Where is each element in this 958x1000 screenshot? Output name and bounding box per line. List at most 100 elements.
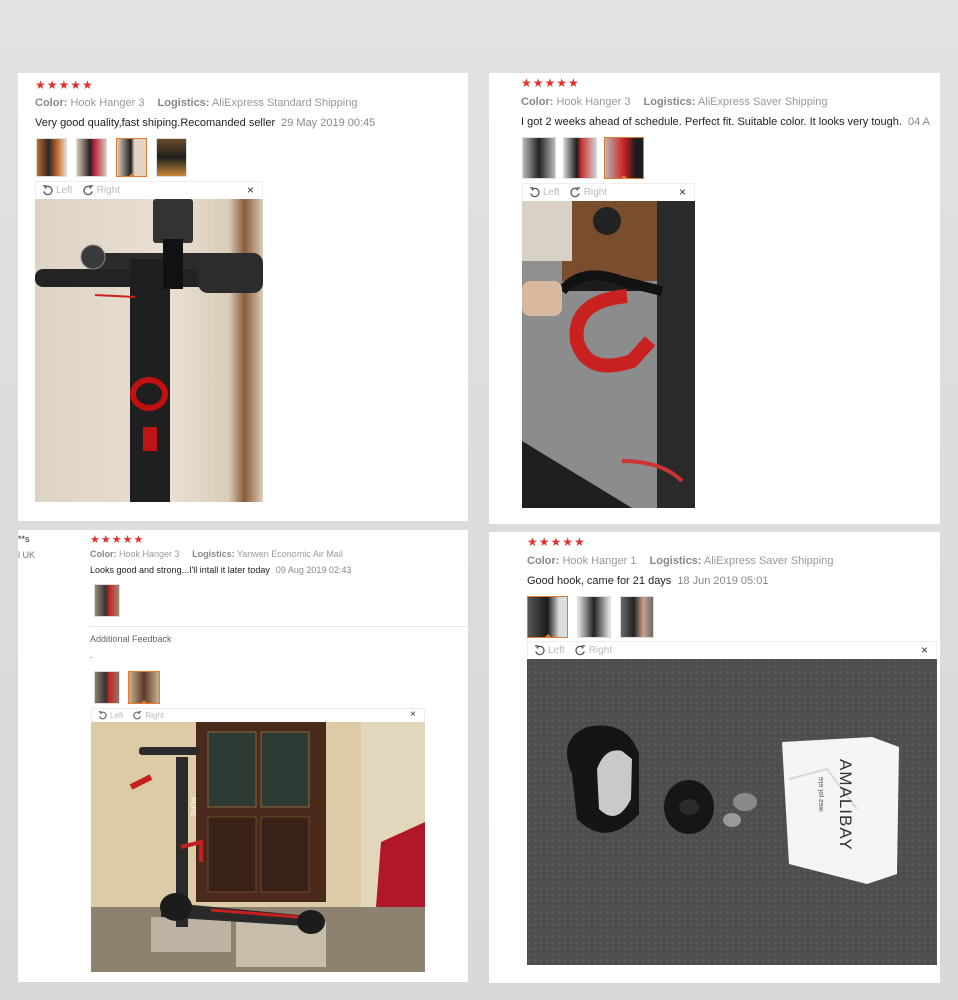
viewer-close-button[interactable]: ×: [247, 183, 254, 197]
logistics-value: AliExpress Saver Shipping: [703, 555, 834, 567]
review-date: 18 Jun 2019 05:01: [677, 575, 769, 587]
review-photo: PURE: [91, 722, 425, 972]
package-sub-text: ɘɿɘ ɿoʇ ƨɘʍ: [817, 777, 824, 813]
review-thumbnail[interactable]: [36, 138, 67, 177]
user-country-partial: l UK: [18, 550, 36, 560]
rotate-right-icon: [133, 711, 142, 720]
viewer-close-button[interactable]: ×: [921, 643, 928, 657]
color-value: Hook Hanger 3: [70, 97, 145, 109]
logistics-label: Logistics:: [643, 96, 696, 108]
thumbnail-strip: [94, 584, 120, 617]
image-viewer: Left Right ×: [522, 183, 695, 508]
color-value: Hook Hanger 3: [119, 549, 180, 559]
viewer-toolbar: Left Right ×: [35, 181, 263, 198]
rotate-left-label: Left: [56, 184, 73, 196]
user-name-partial: **s: [18, 534, 30, 544]
review-thumbnail-selected[interactable]: [527, 596, 568, 638]
rotate-left-button[interactable]: Left: [42, 185, 73, 196]
color-value: Hook Hanger 1: [562, 555, 637, 567]
logistics-label: Logistics:: [192, 549, 235, 559]
review-thumbnail[interactable]: [522, 137, 556, 179]
review-thumbnail[interactable]: [94, 671, 120, 704]
color-label: Color:: [90, 549, 117, 559]
review-date: 09 Aug 2019 02:43: [275, 565, 352, 575]
viewer-toolbar: Left Right ×: [91, 708, 425, 722]
package-brand-text: AMALIBAY: [836, 759, 855, 851]
rotate-right-icon: [575, 644, 585, 655]
review-text-row: I got 2 weeks ahead of schedule. Perfect…: [521, 116, 930, 128]
review-meta: Color: Hook Hanger 3 Logistics: AliExpre…: [35, 97, 357, 109]
review-photo: AMALIBAY ɘɿɘ ɿoʇ ƨɘʍ: [527, 659, 937, 965]
rotate-left-icon: [98, 711, 107, 720]
rating-stars: ★★★★★: [527, 535, 586, 549]
review-thumbnail[interactable]: [577, 596, 611, 638]
viewer-close-button[interactable]: ×: [679, 185, 686, 199]
rotate-right-button[interactable]: Right: [133, 711, 164, 720]
additional-feedback-title: Additional Feedback: [90, 634, 172, 644]
review-text-row: Good hook, came for 21 days 18 Jun 2019 0…: [527, 575, 768, 587]
review-thumbnail[interactable]: [620, 596, 654, 638]
review-text: Looks good and strong...I'll intall it l…: [90, 565, 270, 575]
review-thumbnail-selected[interactable]: [128, 671, 160, 704]
review-text-row: Very good quality,fast shiping.Recomande…: [35, 117, 375, 129]
review-date: 04 A: [907, 116, 930, 128]
review-text-row: Looks good and strong...I'll intall it l…: [90, 565, 351, 575]
rotate-left-button[interactable]: Left: [98, 711, 123, 720]
review-photo: [522, 201, 695, 508]
rotate-right-label: Right: [145, 711, 165, 720]
color-label: Color:: [35, 97, 68, 109]
rotate-right-button[interactable]: Right: [575, 645, 612, 656]
rotate-right-label: Right: [588, 644, 613, 656]
rotate-left-button[interactable]: Left: [529, 187, 560, 198]
rotate-left-icon: [534, 644, 545, 655]
review-thumbnail-selected[interactable]: [604, 137, 644, 179]
review-thumbnail[interactable]: [94, 584, 120, 617]
feedback-thumbnail-strip: [94, 671, 160, 704]
logistics-value: AliExpress Standard Shipping: [211, 97, 358, 109]
review-meta: Color: Hook Hanger 3 Logistics: AliExpre…: [521, 96, 828, 108]
review-card-3: **s l UK ★★★★★ Color: Hook Hanger 3 Logi…: [18, 530, 468, 982]
viewer-toolbar: Left Right ×: [527, 641, 937, 658]
logistics-value: AliExpress Saver Shipping: [697, 96, 828, 108]
review-thumbnail[interactable]: [156, 138, 187, 177]
review-photo: [35, 199, 263, 502]
review-meta: Color: Hook Hanger 1 Logistics: AliExpre…: [527, 555, 834, 567]
rotate-right-icon: [83, 184, 93, 195]
logistics-value: Yanwen Economic Air Mail: [236, 549, 343, 559]
review-card-1: ★★★★★ Color: Hook Hanger 3 Logistics: Al…: [18, 73, 468, 521]
rotate-right-icon: [570, 186, 580, 197]
rotate-left-icon: [42, 184, 53, 195]
color-label: Color:: [527, 555, 560, 567]
logistics-label: Logistics:: [157, 97, 210, 109]
rotate-left-button[interactable]: Left: [534, 645, 565, 656]
rotate-right-button[interactable]: Right: [570, 187, 607, 198]
image-viewer: Left Right ×: [91, 708, 425, 972]
image-viewer: Left Right ×: [35, 181, 263, 502]
thumbnail-strip: [527, 596, 654, 638]
color-label: Color:: [521, 96, 554, 108]
logistics-label: Logistics:: [649, 555, 702, 567]
rotate-right-label: Right: [583, 186, 608, 198]
divider: [90, 626, 468, 627]
review-meta: Color: Hook Hanger 3 Logistics: Yanwen E…: [90, 549, 343, 559]
viewer-toolbar: Left Right ×: [522, 183, 695, 200]
review-text: Very good quality,fast shiping.Recomande…: [35, 117, 276, 129]
review-card-2: ★★★★★ Color: Hook Hanger 3 Logistics: Al…: [489, 73, 940, 524]
rating-stars: ★★★★★: [521, 76, 580, 90]
rotate-right-label: Right: [96, 184, 121, 196]
rating-stars: ★★★★★: [90, 534, 145, 546]
rating-stars: ★★★★★: [35, 78, 94, 92]
review-thumbnail[interactable]: [76, 138, 107, 177]
review-card-4: ★★★★★ Color: Hook Hanger 1 Logistics: Al…: [489, 532, 940, 983]
review-thumbnail-selected[interactable]: [116, 138, 147, 177]
rotate-left-label: Left: [543, 186, 560, 198]
scooter-brand-text: PURE: [189, 797, 196, 817]
image-viewer: Left Right ×: [527, 641, 937, 965]
viewer-close-button[interactable]: ×: [410, 709, 416, 720]
rotate-left-icon: [529, 186, 540, 197]
review-text: Good hook, came for 21 days: [527, 575, 672, 587]
review-thumbnail[interactable]: [563, 137, 597, 179]
rotate-right-button[interactable]: Right: [83, 185, 120, 196]
thumbnail-strip: [522, 137, 644, 179]
review-text: I got 2 weeks ahead of schedule. Perfect…: [521, 116, 902, 128]
